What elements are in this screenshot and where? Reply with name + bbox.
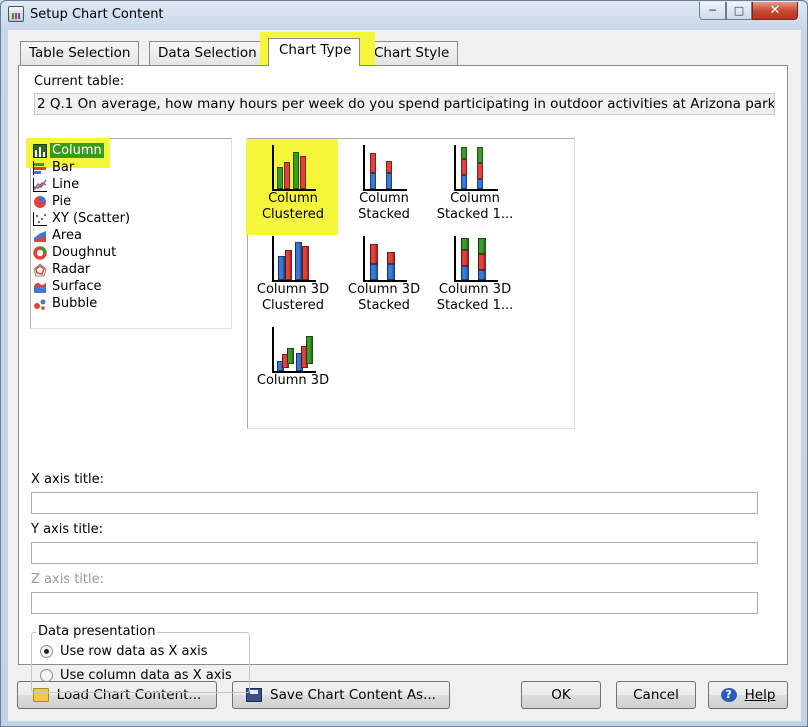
- area-chart-icon: [33, 229, 47, 243]
- chart-type-item-scatter[interactable]: XY (Scatter): [33, 210, 132, 227]
- subtype-caption-line1: Column: [450, 191, 500, 206]
- chart-type-label: Doughnut: [52, 245, 117, 260]
- chart-type-item-line[interactable]: Line: [33, 176, 81, 193]
- chart-type-panel: Current table: 2 Q.1 On average, how man…: [18, 65, 788, 693]
- x-axis-title-input[interactable]: [31, 492, 758, 514]
- close-icon: ✕: [769, 3, 781, 18]
- ok-button[interactable]: OK: [521, 681, 601, 709]
- subtype-caption-line1: Column 3D: [438, 282, 512, 297]
- radar-chart-icon: [33, 262, 47, 277]
- pie-chart-icon: [33, 195, 47, 209]
- chart-type-item-pie[interactable]: Pie: [33, 193, 73, 210]
- chart-type-label: Bar: [52, 160, 75, 175]
- radio-column-data-button[interactable]: [40, 669, 53, 682]
- app-chart-icon: [8, 6, 24, 22]
- chart-type-label: XY (Scatter): [52, 211, 131, 226]
- dialog-window: Setup Chart Content ─ □ ✕ Table Selectio…: [0, 0, 808, 727]
- subtype-column-3d-clustered[interactable]: Column 3D Clustered: [249, 236, 337, 314]
- maximize-icon: □: [733, 4, 745, 17]
- save-chart-content-label: Save Chart Content As...: [270, 687, 436, 703]
- tab-chart-type[interactable]: Chart Type: [268, 38, 361, 66]
- bar-chart-icon: [33, 160, 47, 175]
- subtype-caption-line1: Column 3D: [256, 282, 330, 297]
- column-stacked-100-icon: [451, 145, 499, 191]
- cancel-button[interactable]: Cancel: [616, 681, 696, 709]
- chart-type-item-doughnut[interactable]: Doughnut: [33, 244, 118, 261]
- y-axis-title-label: Y axis title:: [31, 522, 104, 537]
- chart-type-item-area[interactable]: Area: [33, 227, 84, 244]
- subtype-caption-line1: Column: [268, 191, 318, 206]
- chart-type-item-bar[interactable]: Bar: [33, 159, 76, 176]
- subtype-caption-line2: Clustered: [261, 207, 325, 222]
- subtype-caption-line1: Column: [359, 191, 409, 206]
- bubble-chart-icon: [33, 297, 47, 311]
- surface-chart-icon: [33, 280, 47, 294]
- chart-type-item-column[interactable]: Column: [33, 142, 104, 159]
- chart-type-label: Column: [50, 143, 104, 158]
- doughnut-chart-icon: [33, 245, 47, 260]
- column-3d-stacked-icon: [360, 236, 408, 282]
- subtype-column-3d-stacked[interactable]: Column 3D Stacked: [340, 236, 428, 314]
- data-presentation-title: Data presentation: [36, 624, 158, 639]
- radio-column-data[interactable]: Use column data as X axis: [40, 668, 232, 683]
- subtype-caption-line2: Stacked 1...: [436, 207, 514, 222]
- radio-column-data-label: Use column data as X axis: [60, 668, 232, 683]
- subtype-column-stacked[interactable]: Column Stacked: [340, 145, 428, 223]
- chart-type-item-surface[interactable]: Surface: [33, 278, 104, 295]
- save-chart-content-button[interactable]: Save Chart Content As...: [232, 681, 450, 709]
- scatter-chart-icon: [33, 211, 47, 226]
- chart-type-label: Surface: [52, 279, 102, 294]
- subtype-column-clustered[interactable]: Column Clustered: [249, 145, 337, 223]
- z-axis-title-label: Z axis title:: [31, 572, 105, 587]
- radio-row-data-label: Use row data as X axis: [60, 644, 208, 659]
- title-bar[interactable]: Setup Chart Content ─ □ ✕: [1, 1, 807, 29]
- chart-type-label: Area: [52, 228, 82, 243]
- subtype-column-3d[interactable]: Column 3D: [249, 327, 337, 389]
- subtype-caption-line2: Stacked 1...: [436, 298, 514, 313]
- chart-type-item-radar[interactable]: Radar: [33, 261, 92, 278]
- column-stacked-icon: [360, 145, 408, 191]
- subtype-column-3d-stacked-100[interactable]: Column 3D Stacked 1...: [431, 236, 519, 314]
- subtype-caption-line2: Clustered: [261, 298, 325, 313]
- z-axis-title-input: [31, 592, 758, 614]
- x-axis-title-label: X axis title:: [31, 472, 105, 487]
- chart-type-label: Line: [52, 177, 80, 192]
- chart-type-label: Bubble: [52, 296, 98, 311]
- ok-label: OK: [551, 687, 571, 703]
- minimize-button[interactable]: ─: [699, 2, 726, 20]
- y-axis-title-input[interactable]: [31, 542, 758, 564]
- maximize-button[interactable]: □: [726, 2, 752, 20]
- cancel-label: Cancel: [633, 687, 679, 703]
- help-icon: ?: [720, 688, 737, 702]
- tab-table-selection[interactable]: Table Selection: [20, 41, 140, 65]
- close-button[interactable]: ✕: [752, 2, 798, 20]
- column-3d-clustered-icon: [269, 236, 317, 282]
- column-3d-stacked-100-icon: [451, 236, 499, 282]
- minimize-icon: ─: [709, 4, 716, 17]
- current-table-label: Current table:: [34, 74, 125, 89]
- subtype-caption-line2: Stacked: [358, 207, 410, 222]
- column-chart-icon: [33, 143, 47, 158]
- window-title: Setup Chart Content: [30, 7, 164, 22]
- tab-chart-style[interactable]: Chart Style: [365, 41, 459, 65]
- help-button[interactable]: ? Help: [708, 681, 788, 709]
- data-presentation-group: [31, 632, 250, 693]
- help-label: Help: [744, 687, 776, 703]
- subtype-column-stacked-100[interactable]: Column Stacked 1...: [431, 145, 519, 223]
- line-chart-icon: [33, 177, 47, 192]
- subtype-caption-line1: Column 3D: [347, 282, 421, 297]
- radio-row-data-button[interactable]: [40, 645, 53, 658]
- chart-type-item-bubble[interactable]: Bubble: [33, 295, 99, 312]
- subtype-caption-line1: Column 3D: [256, 373, 330, 388]
- chart-type-label: Radar: [52, 262, 91, 277]
- current-table-field: 2 Q.1 On average, how many hours per wee…: [34, 93, 775, 115]
- chart-type-label: Pie: [52, 194, 72, 209]
- radio-row-data[interactable]: Use row data as X axis: [40, 644, 208, 659]
- column-clustered-icon: [269, 145, 317, 191]
- column-3d-icon: [269, 327, 317, 373]
- subtype-caption-line2: Stacked: [358, 298, 410, 313]
- tab-data-selection[interactable]: Data Selection: [149, 41, 266, 65]
- dialog-client-area: Table Selection Data Selection Chart Typ…: [8, 30, 801, 721]
